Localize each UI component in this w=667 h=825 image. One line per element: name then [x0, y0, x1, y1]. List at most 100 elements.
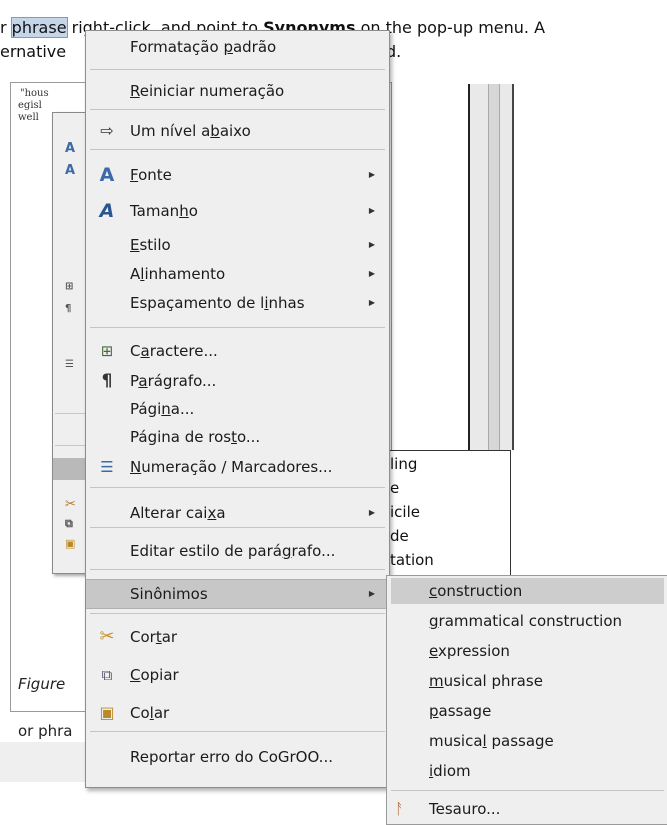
label-part: onstruction	[437, 582, 523, 600]
label-part: diom	[433, 762, 471, 780]
paste-icon: ▣	[65, 537, 76, 550]
menu-item-one-level-down[interactable]: ⇨ Um nível abaixo	[86, 117, 389, 145]
menu-item-label: expression	[429, 638, 510, 664]
doc-text-line-2-left: ernative	[0, 42, 67, 61]
menu-item-font[interactable]: A Fonte ▶	[86, 161, 389, 189]
synonym-item[interactable]: musical passage	[387, 728, 667, 754]
thesaurus-icon: ᚨ	[395, 800, 405, 818]
label-part: g	[429, 612, 439, 630]
label-part: p	[223, 38, 233, 56]
menu-item-default-format[interactable]: Formatação padrão	[86, 33, 389, 61]
menu-item-label: Copiar	[130, 661, 179, 689]
selected-word[interactable]: phrase	[10, 17, 68, 38]
character-icon: ⊞	[100, 342, 114, 360]
menu-item-label: Alinhamento	[130, 260, 225, 288]
list-item: de	[390, 527, 409, 545]
menu-item-label: Página de rosto...	[130, 423, 260, 451]
menu-item-page[interactable]: Página...	[86, 395, 389, 423]
menu-item-label: Parágrafo...	[130, 367, 216, 395]
font-icon: A	[65, 141, 76, 156]
label-part: C	[130, 342, 141, 360]
label-part: x	[207, 504, 217, 522]
menu-item-edit-para-style[interactable]: Editar estilo de parágrafo...	[86, 537, 389, 565]
font-icon: A	[99, 164, 115, 186]
label-part: onte	[138, 166, 172, 184]
menu-item-label: Tesauro...	[429, 796, 500, 822]
label-part: Pági	[130, 400, 162, 418]
menu-item-label: Espaçamento de linhas	[130, 289, 305, 317]
menu-item-character[interactable]: ⊞ Caractere...	[86, 337, 389, 365]
menu-item-paste[interactable]: ▣ Colar	[86, 699, 389, 727]
menu-item-label: Sinônimos	[130, 580, 208, 608]
submenu-arrow-icon: ▶	[368, 298, 375, 307]
label-part: C	[130, 666, 141, 684]
synonym-item[interactable]: construction	[391, 578, 664, 604]
label-part: aixo	[219, 122, 251, 140]
menu-separator	[90, 731, 385, 732]
menu-item-label: Alterar caixa	[130, 499, 226, 527]
menu-item-label: Tamanho	[130, 197, 198, 225]
menu-item-numbering[interactable]: ☰ Numeração / Marcadores...	[86, 453, 389, 481]
label-part: nhas	[268, 294, 305, 312]
menu-item-label: Editar estilo de parágrafo...	[130, 537, 335, 565]
figure-snippet-line: "hous	[20, 88, 49, 99]
label-part: assage	[438, 702, 492, 720]
menu-item-cut[interactable]: ✂ Cortar	[86, 623, 389, 651]
label-part: a	[216, 504, 226, 522]
label-part: ractere...	[149, 342, 218, 360]
menu-item-label: Caractere...	[130, 337, 218, 365]
figure-caption: Figure	[18, 675, 66, 693]
figure-scrollbar-area	[468, 84, 514, 450]
menu-item-alignment[interactable]: Alinhamento ▶	[86, 260, 389, 288]
label-part: Editar estilo de pará	[130, 542, 282, 560]
synonym-item[interactable]: passage	[387, 698, 667, 724]
label-part: A	[130, 265, 141, 283]
synonym-item[interactable]: expression	[387, 638, 667, 664]
label-part: adrão	[232, 38, 277, 56]
figure-snippet-line: egisl	[18, 100, 42, 111]
menu-item-style[interactable]: Estilo ▶	[86, 231, 389, 259]
menu-item-label: Página...	[130, 395, 194, 423]
label-part: c	[429, 582, 438, 600]
synonyms-submenu: construction grammatical construction expr…	[386, 575, 667, 825]
menu-item-label: Fonte	[130, 161, 172, 189]
label-part: passage	[486, 732, 554, 750]
menu-item-thesaurus[interactable]: ᚨ Tesauro...	[387, 796, 667, 822]
label-part: o...	[236, 428, 261, 446]
menu-item-line-spacing[interactable]: Espaçamento de linhas ▶	[86, 289, 389, 317]
menu-item-paragraph[interactable]: ¶ Parágrafo...	[86, 367, 389, 395]
label-part: einiciar numeração	[139, 82, 285, 100]
label-part: Espaçamento de l	[130, 294, 265, 312]
submenu-arrow-icon: ▶	[368, 269, 375, 278]
menu-separator	[90, 487, 385, 488]
menu-item-title-page[interactable]: Página de rosto...	[86, 423, 389, 451]
menu-item-size[interactable]: A Tamanho ▶	[86, 197, 389, 225]
label-part: o	[188, 202, 198, 220]
menu-separator	[90, 527, 385, 528]
menu-item-restart-numbering[interactable]: Reiniciar numeração	[86, 77, 389, 105]
menu-separator	[90, 613, 385, 614]
synonym-item[interactable]: idiom	[387, 758, 667, 784]
paste-icon: ▣	[99, 703, 115, 722]
scissors-icon: ✂	[99, 626, 115, 647]
label-part: a	[140, 342, 150, 360]
synonym-item[interactable]: grammatical construction	[387, 608, 667, 634]
label-part: umeração / Marcadores...	[141, 458, 333, 476]
menu-item-label: Formatação padrão	[130, 33, 276, 61]
doc-text-bottom: or phra	[18, 722, 73, 740]
label-part: opiar	[140, 666, 179, 684]
doc-text: r	[0, 18, 12, 37]
menu-separator	[90, 149, 385, 150]
menu-item-label: musical phrase	[429, 668, 543, 694]
menu-item-change-case[interactable]: Alterar caixa ▶	[86, 499, 389, 527]
label-part: a	[138, 372, 148, 390]
menu-item-label: musical passage	[429, 728, 554, 754]
menu-item-label: Colar	[130, 699, 169, 727]
menu-item-copy[interactable]: ⧉ Copiar	[86, 661, 389, 689]
menu-item-report-error[interactable]: Reportar erro do CoGrOO...	[86, 743, 389, 771]
label-part: b	[210, 122, 220, 140]
menu-item-synonyms[interactable]: Sinônimos ▶	[86, 579, 389, 609]
menu-item-label: Numeração / Marcadores...	[130, 453, 332, 481]
synonym-item[interactable]: musical phrase	[387, 668, 667, 694]
label-part: e	[429, 642, 438, 660]
